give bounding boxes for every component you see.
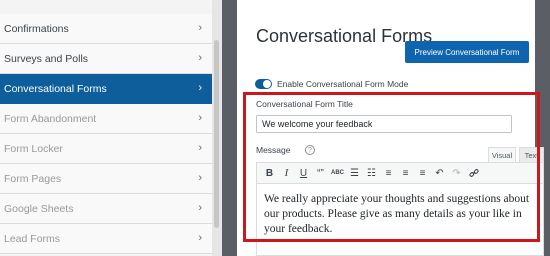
chevron-right-icon: › — [198, 232, 202, 244]
sidebar-item-label: Confirmations — [4, 22, 69, 35]
sidebar-item-label: Form Locker — [4, 142, 63, 155]
sidebar-item-label: Form Pages — [4, 172, 62, 185]
sidebar-item-confirmations[interactable]: Confirmations › — [0, 14, 212, 44]
sidebar-item-label: Form Abandonment — [4, 112, 97, 125]
chevron-right-icon: › — [198, 82, 202, 94]
sidebar: Confirmations › Surveys and Polls › Conv… — [0, 0, 222, 256]
toggle-label: Enable Conversational Form Mode — [277, 79, 409, 89]
preview-conversational-form-button[interactable]: Preview Conversational Form — [405, 41, 529, 63]
sidebar-item-google-sheets[interactable]: Google Sheets › — [0, 194, 212, 224]
sidebar-item-label: Lead Forms — [4, 232, 61, 245]
chevron-right-icon: › — [198, 142, 202, 154]
sidebar-item-label: Google Sheets — [4, 202, 74, 215]
sidebar-item-form-abandonment[interactable]: Form Abandonment › — [0, 104, 212, 134]
sidebar-item-label: Conversational Forms — [4, 82, 107, 95]
chevron-right-icon: › — [198, 202, 202, 214]
sidebar-item-conversational-forms[interactable]: Conversational Forms › — [0, 74, 212, 104]
chevron-right-icon: › — [198, 52, 202, 64]
sidebar-item-form-locker[interactable]: Form Locker › — [0, 134, 212, 164]
sidebar-nav: Confirmations › Surveys and Polls › Conv… — [0, 0, 212, 256]
enable-conversational-toggle[interactable] — [255, 79, 272, 89]
chevron-right-icon: › — [198, 172, 202, 184]
sidebar-scrollbar-thumb[interactable] — [214, 40, 219, 228]
sidebar-item-lead-forms[interactable]: Lead Forms › — [0, 224, 212, 254]
sidebar-item-label: Surveys and Polls — [4, 52, 89, 65]
toggle-knob — [263, 80, 271, 88]
sidebar-item-surveys-and-polls[interactable]: Surveys and Polls › — [0, 44, 212, 74]
sidebar-item-form-pages[interactable]: Form Pages › — [0, 164, 212, 194]
highlight-box — [243, 92, 540, 242]
chevron-right-icon: › — [198, 22, 202, 34]
chevron-right-icon: › — [198, 112, 202, 124]
